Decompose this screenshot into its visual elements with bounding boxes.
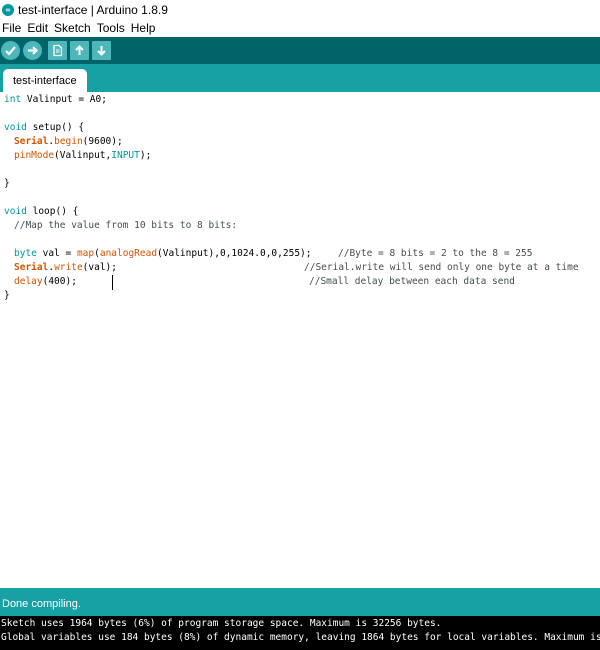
open-icon bbox=[75, 45, 84, 55]
menu-sketch[interactable]: Sketch bbox=[52, 21, 93, 35]
code-line-5: pinMode(Valinput,INPUT); bbox=[14, 150, 152, 161]
menu-edit[interactable]: Edit bbox=[25, 21, 50, 35]
console-line-1: Sketch uses 1964 bytes (6%) of program s… bbox=[1, 618, 442, 629]
code-line-14: delay(400); bbox=[14, 276, 77, 287]
code-comment-14: //Small delay between each data send bbox=[309, 276, 515, 287]
code-line-3: void setup() { bbox=[4, 122, 85, 133]
status-message: Done compiling. bbox=[2, 598, 81, 610]
verify-button[interactable] bbox=[1, 41, 20, 60]
code-line-13: Serial.write(val); bbox=[14, 262, 117, 273]
code-line-9: void loop() { bbox=[4, 206, 79, 217]
console-output[interactable]: Sketch uses 1964 bytes (6%) of program s… bbox=[0, 616, 600, 650]
verify-icon bbox=[5, 46, 16, 56]
menu-help[interactable]: Help bbox=[129, 21, 158, 35]
code-editor[interactable]: int Valinput = A0; void setup() { Serial… bbox=[0, 92, 600, 588]
tab-test-interface[interactable]: test-interface bbox=[3, 69, 87, 92]
menu-bar: File Edit Sketch Tools Help bbox=[0, 20, 600, 36]
open-button[interactable] bbox=[70, 41, 89, 60]
menu-tools[interactable]: Tools bbox=[95, 21, 127, 35]
arduino-logo-icon: ∞ bbox=[2, 4, 14, 16]
title-bar: ∞ test-interface | Arduino 1.8.9 bbox=[0, 0, 600, 20]
console-line-2: Global variables use 184 bytes (8%) of d… bbox=[1, 632, 600, 643]
save-icon bbox=[97, 46, 106, 56]
code-comment-12: //Byte = 8 bits = 2 to the 8 = 255 bbox=[338, 248, 533, 259]
new-button[interactable] bbox=[48, 41, 67, 60]
toolbar bbox=[0, 37, 600, 64]
upload-button[interactable] bbox=[23, 41, 42, 60]
save-button[interactable] bbox=[92, 41, 111, 60]
code-line-1: int Valinput = A0; bbox=[4, 94, 107, 105]
code-line-7: } bbox=[4, 178, 10, 189]
menu-file[interactable]: File bbox=[0, 21, 23, 35]
code-comment-13: //Serial.write will send only one byte a… bbox=[304, 262, 579, 273]
status-bar: Done compiling. bbox=[0, 588, 600, 616]
window-title: test-interface | Arduino 1.8.9 bbox=[18, 3, 168, 17]
code-line-12: byte val = map(analogRead(Valinput),0,10… bbox=[14, 248, 312, 259]
code-line-4: Serial.begin(9600); bbox=[14, 136, 123, 147]
code-line-15: } bbox=[4, 290, 10, 301]
upload-icon bbox=[28, 46, 39, 55]
tab-bar: test-interface bbox=[0, 64, 600, 92]
code-line-10: //Map the value from 10 bits to 8 bits: bbox=[14, 220, 238, 231]
new-icon bbox=[53, 44, 63, 57]
text-cursor bbox=[112, 275, 113, 290]
